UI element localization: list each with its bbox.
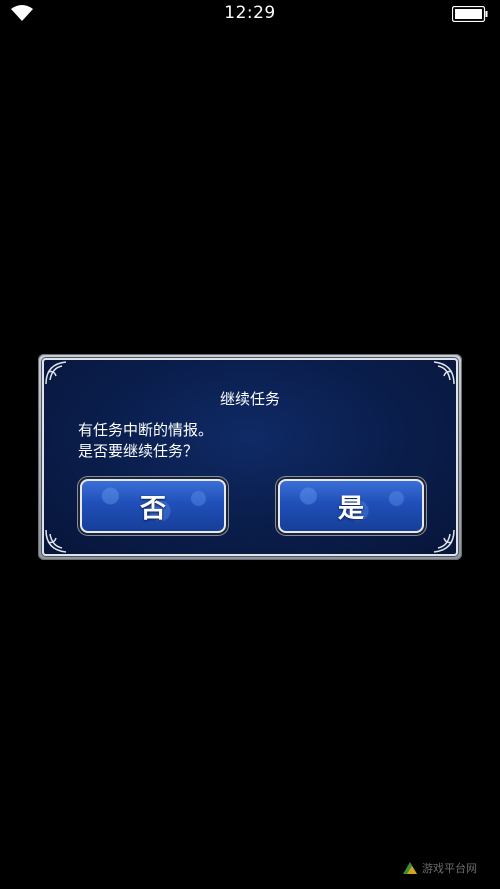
dialog-message: 有任务中断的情报。 是否要继续任务？ [78,420,213,462]
yes-button[interactable]: 是 [278,479,424,533]
battery-icon [452,6,488,22]
dialog-title: 继续任务 [219,390,280,408]
corner-ornament-icon [45,529,67,553]
watermark-text: 游戏平台网 [422,862,477,875]
watermark-logo-icon [403,862,417,874]
corner-ornament-icon [45,361,67,385]
no-button[interactable]: 否 [80,479,226,533]
watermark: 游戏平台网 [402,860,477,876]
dialog-message-line: 有任务中断的情报。 [78,421,214,439]
corner-ornament-icon [433,361,455,385]
dialog-message-line: 是否要继续任务？ [78,442,199,460]
clock: 12:29 [224,3,276,23]
resume-quest-dialog: 继续任务 有任务中断的情报。 是否要继续任务？ 否 是 [38,354,462,560]
status-bar: 12:29 [0,0,500,28]
dialog-panel: 继续任务 有任务中断的情报。 是否要继续任务？ 否 是 [42,358,458,556]
corner-ornament-icon [433,529,455,553]
